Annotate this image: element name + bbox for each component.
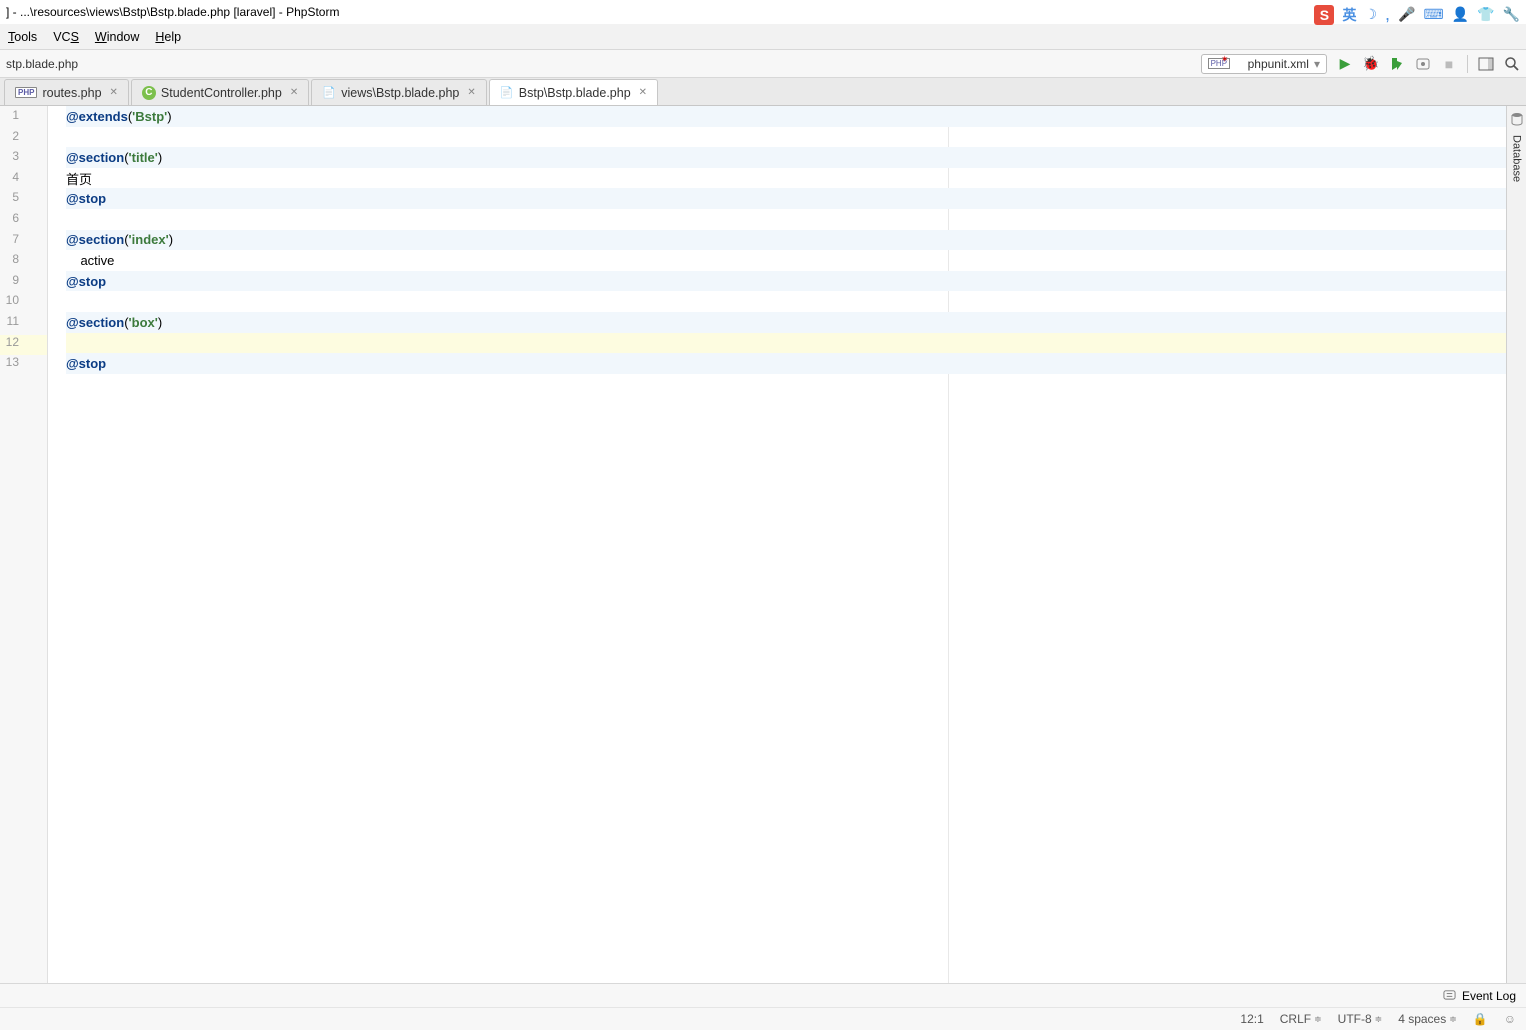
run-icon[interactable]: ▶ (1337, 56, 1353, 72)
ime-lang-label[interactable]: 英 (1342, 5, 1356, 25)
file-encoding[interactable]: UTF-8≑ (1338, 1012, 1383, 1026)
inspector-icon[interactable]: ☺ (1504, 1012, 1516, 1026)
line-number-gutter: 12345678910111213 (0, 106, 48, 983)
code-line[interactable] (66, 291, 1506, 312)
tab-routes[interactable]: PHP routes.php ✕ (4, 79, 129, 105)
breadcrumb: stp.blade.php (6, 57, 78, 71)
line-number: 12 (0, 335, 47, 356)
code-line[interactable]: 首页 (66, 168, 1506, 189)
menu-window[interactable]: Window (95, 30, 139, 44)
php-file-icon: PHP (15, 87, 37, 98)
line-number: 10 (0, 293, 47, 314)
line-number: 11 (0, 314, 47, 335)
code-line[interactable]: @extends('Bstp') (66, 106, 1506, 127)
code-line[interactable] (66, 333, 1506, 354)
line-number: 7 (0, 232, 47, 253)
editor-area: 12345678910111213 @extends('Bstp')@secti… (0, 106, 1526, 983)
code-editor[interactable]: @extends('Bstp')@section('title')首页@stop… (48, 106, 1506, 983)
blade-file-icon: 📄 (500, 86, 514, 100)
tab-views-bstp[interactable]: 📄 views\Bstp.blade.php ✕ (311, 79, 487, 105)
user-icon[interactable]: 👤 (1452, 6, 1469, 23)
lock-icon[interactable]: 🔒 (1473, 1012, 1488, 1026)
wrench-icon[interactable]: 🔧 (1503, 6, 1520, 23)
tab-label: routes.php (42, 86, 101, 100)
run-config-label: phpunit.xml (1248, 57, 1309, 71)
shirt-icon[interactable]: 👕 (1477, 6, 1494, 23)
comma-icon[interactable]: , (1385, 4, 1390, 25)
code-line[interactable] (66, 127, 1506, 148)
line-number: 3 (0, 149, 47, 170)
close-icon[interactable]: ✕ (467, 87, 475, 98)
menu-help[interactable]: Help (155, 30, 181, 44)
line-number: 9 (0, 273, 47, 294)
ime-sogou-icon[interactable]: S (1314, 5, 1334, 25)
editor-tabs-bar: PHP routes.php ✕ C StudentController.php… (0, 78, 1526, 106)
line-number: 8 (0, 252, 47, 273)
code-line[interactable]: @section('title') (66, 147, 1506, 168)
search-icon[interactable] (1504, 56, 1520, 72)
code-line[interactable]: @section('box') (66, 312, 1506, 333)
code-line[interactable] (66, 209, 1506, 230)
window-title: ] - ...\resources\views\Bstp\Bstp.blade.… (6, 5, 339, 19)
tab-label: views\Bstp.blade.php (341, 86, 459, 100)
chevron-down-icon: ▾ (1314, 57, 1320, 71)
event-log-button[interactable]: Event Log (1462, 989, 1516, 1003)
tab-label: Bstp\Bstp.blade.php (519, 86, 631, 100)
tab-bstp-bstp[interactable]: 📄 Bstp\Bstp.blade.php ✕ (489, 79, 658, 105)
stop-icon: ■ (1441, 56, 1457, 72)
menu-vcs[interactable]: VCS (53, 30, 79, 44)
cursor-position: 12:1 (1240, 1012, 1263, 1026)
line-separator[interactable]: CRLF≑ (1280, 1012, 1322, 1026)
profile-icon[interactable] (1415, 56, 1431, 72)
system-tray: S 英 ☽ , 🎤 ⌨ 👤 👕 🔧 (1314, 4, 1520, 25)
line-number: 4 (0, 170, 47, 191)
code-line[interactable]: @stop (66, 353, 1506, 374)
run-config-selector[interactable]: PHP ✶ phpunit.xml ▾ (1201, 54, 1327, 74)
database-panel-label[interactable]: Database (1511, 135, 1523, 182)
code-line[interactable]: active (66, 250, 1506, 271)
title-bar: ] - ...\resources\views\Bstp\Bstp.blade.… (0, 0, 1526, 24)
line-number: 2 (0, 129, 47, 150)
line-number: 6 (0, 211, 47, 232)
line-number: 13 (0, 355, 47, 376)
menu-bar: Tools VCS Window Help (0, 24, 1526, 50)
tab-studentcontroller[interactable]: C StudentController.php ✕ (131, 79, 309, 105)
moon-icon[interactable]: ☽ (1364, 6, 1377, 23)
close-icon[interactable]: ✕ (290, 87, 298, 98)
line-number: 1 (0, 108, 47, 129)
code-line[interactable]: @section('index') (66, 230, 1506, 251)
debug-icon[interactable]: 🐞 (1363, 56, 1379, 72)
indent-setting[interactable]: 4 spaces≑ (1398, 1012, 1457, 1026)
mic-icon[interactable]: 🎤 (1398, 6, 1415, 23)
nav-bar: stp.blade.php PHP ✶ phpunit.xml ▾ ▶ 🐞 ■ (0, 50, 1526, 78)
coverage-icon[interactable] (1389, 56, 1405, 72)
class-icon: C (142, 86, 156, 100)
separator (1467, 55, 1468, 73)
toolbar-run-icons: ▶ 🐞 ■ (1337, 55, 1520, 73)
status-bar: Event Log 12:1 CRLF≑ UTF-8≑ 4 spaces≑ 🔒 … (0, 983, 1526, 1030)
line-number: 5 (0, 190, 47, 211)
close-icon[interactable]: ✕ (639, 87, 647, 98)
event-log-icon[interactable] (1443, 988, 1456, 1004)
layout-icon[interactable] (1478, 56, 1494, 72)
tab-label: StudentController.php (161, 86, 282, 100)
close-icon[interactable]: ✕ (110, 87, 118, 98)
blade-file-icon: 📄 (322, 86, 336, 100)
database-icon[interactable] (1510, 112, 1524, 129)
keyboard-icon[interactable]: ⌨ (1423, 6, 1443, 23)
code-line[interactable]: @stop (66, 188, 1506, 209)
menu-tools[interactable]: Tools (8, 30, 37, 44)
right-tool-panel: Database (1506, 106, 1526, 983)
code-line[interactable]: @stop (66, 271, 1506, 292)
